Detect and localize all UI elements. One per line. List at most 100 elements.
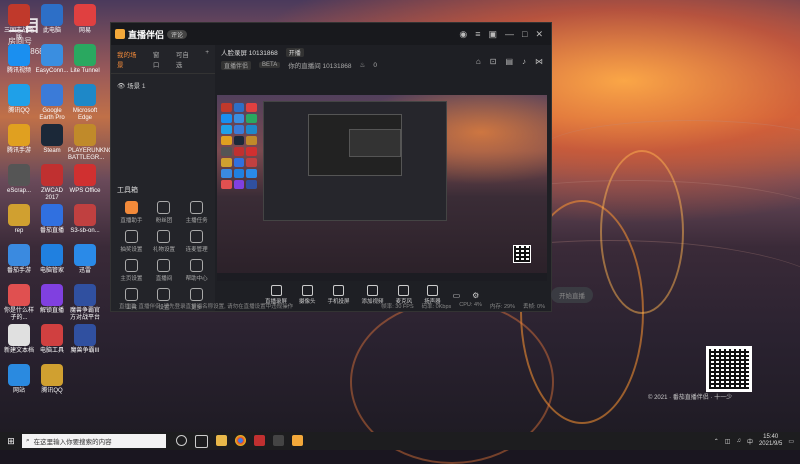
- desktop-icon[interactable]: 番茄手游: [2, 244, 36, 275]
- maximize-icon[interactable]: □: [522, 29, 527, 39]
- network-icon[interactable]: ◫: [725, 438, 731, 445]
- desktop-icon[interactable]: Google Earth Pro: [35, 84, 69, 122]
- preview-icon: [221, 114, 232, 123]
- notification-icon[interactable]: ▭: [788, 438, 794, 445]
- bell-icon[interactable]: ♪: [522, 57, 526, 66]
- start-live-button[interactable]: 开始直播: [551, 287, 593, 303]
- tray-arrow-icon[interactable]: ⌃: [714, 438, 719, 445]
- desktop-icon[interactable]: Lite Tunnel: [68, 44, 102, 75]
- app-icon: [74, 84, 96, 106]
- task-view-icon[interactable]: [195, 434, 208, 448]
- desktop-icon[interactable]: 腾讯视频: [2, 44, 36, 75]
- tab-my-scene[interactable]: 我的场景: [117, 49, 143, 69]
- file-explorer-icon[interactable]: [216, 434, 227, 446]
- app-icon: [8, 84, 30, 106]
- desktop-icon[interactable]: eScrap...: [2, 164, 36, 195]
- tool-item[interactable]: 帮助中心: [180, 259, 213, 282]
- desktop-icon[interactable]: 腾讯手游: [2, 124, 36, 155]
- desktop-icon[interactable]: Steam: [35, 124, 69, 155]
- clock[interactable]: 15:40 2021/9/5: [759, 434, 782, 448]
- tool-item[interactable]: 主播任务: [180, 201, 213, 224]
- gift-icon[interactable]: ▤: [505, 57, 513, 66]
- tab-optional[interactable]: 可自选: [176, 49, 195, 69]
- taskbar-search-input[interactable]: ⌕ 在这里输入你要搜索的内容: [22, 434, 166, 448]
- desktop-icon[interactable]: 你是什么样子的...: [2, 284, 36, 322]
- app-icon[interactable]: [273, 434, 284, 446]
- status-bar: 直播间: 直播伴侣, 请先登录直播间名称设置, 请勿在直播设置中违规操作 帧率:…: [111, 301, 551, 311]
- desktop-icon[interactable]: EasyConn...: [35, 44, 69, 75]
- close-icon[interactable]: ✕: [535, 29, 543, 40]
- tool-item[interactable]: 直播助手: [115, 201, 148, 224]
- settings-icon[interactable]: ⚙: [472, 291, 479, 300]
- desktop-icon[interactable]: 网站: [2, 364, 36, 395]
- desktop-icon[interactable]: 此电脑: [35, 4, 69, 35]
- chrome-icon[interactable]: [235, 434, 246, 446]
- share-icon[interactable]: ⋈: [535, 57, 543, 66]
- stat-item: 帧率: 30 FPS: [381, 304, 414, 310]
- stream-preview[interactable]: [217, 95, 547, 281]
- desktop-icon-label: Microsoft Edge: [72, 108, 98, 121]
- tool-item[interactable]: 连麦管理: [180, 230, 213, 253]
- desktop-icon[interactable]: 魔兽争霸官方对战平台: [68, 284, 102, 322]
- add-scene-icon[interactable]: +: [205, 49, 209, 69]
- store-icon[interactable]: ⌂: [476, 57, 481, 66]
- app-icon: [74, 4, 96, 26]
- input-language[interactable]: 中: [747, 437, 753, 446]
- desktop-icon[interactable]: 解锁直播: [35, 284, 69, 315]
- desktop-icon[interactable]: 网易: [68, 4, 102, 35]
- preview-icon: [233, 147, 245, 156]
- search-icon: ⌕: [26, 437, 30, 444]
- desktop-icon[interactable]: PLAYERUNKNOWN'S BATTLEGR...: [68, 124, 128, 162]
- skin-icon[interactable]: ▣: [489, 29, 498, 40]
- taskbar: ⊞ ⌕ 在这里输入你要搜索的内容 ⌃ ◫ ♫ 中 15:40 2021/9/5 …: [0, 432, 800, 450]
- tool-item[interactable]: 主页设置: [115, 259, 148, 282]
- scene-item[interactable]: 👁 场景 1: [111, 74, 215, 96]
- main-panel: 人脸录屏 10131868 开播 直播伴侣 BETA 你的直播间 1013186…: [215, 45, 593, 311]
- desktop-icon[interactable]: 腾讯QQ: [2, 84, 36, 115]
- tool-item[interactable]: 粉丝团: [148, 201, 181, 224]
- tool-item[interactable]: 直播间: [148, 259, 181, 282]
- desktop-icon[interactable]: 电脑工具: [35, 324, 69, 355]
- volume-icon[interactable]: ♫: [736, 438, 741, 444]
- desktop-icon-label: 腾讯视频: [6, 68, 31, 74]
- desktop-icon[interactable]: 番茄直播: [35, 204, 69, 235]
- preview-icon: [233, 180, 245, 189]
- preview-icon: [233, 158, 245, 167]
- windows-start-icon[interactable]: ⊞: [0, 436, 22, 447]
- tool-item[interactable]: 礼物设置: [148, 230, 181, 253]
- minimize-icon[interactable]: —: [505, 29, 514, 39]
- notice-text: 直播间: 直播伴侣, 请先登录直播间名称设置, 请勿在直播设置中违规操作: [119, 304, 294, 310]
- menu-icon[interactable]: ≡: [475, 29, 480, 39]
- record-icon[interactable]: ▭: [453, 291, 461, 300]
- desktop-icon[interactable]: 迅雷: [68, 244, 102, 275]
- desktop-icon-label: EasyConn...: [35, 68, 69, 74]
- app-icon: [41, 164, 63, 186]
- desktop-icon[interactable]: S3-sb-on...: [68, 204, 102, 235]
- eye-icon[interactable]: 👁: [117, 83, 125, 90]
- desktop-icon-label: 腾讯QQ: [41, 388, 63, 394]
- desktop-icon[interactable]: rep: [2, 204, 36, 235]
- desktop-icon[interactable]: 魔兽争霸III: [68, 324, 102, 355]
- app-icon: [74, 164, 96, 186]
- game-icon[interactable]: [254, 434, 265, 446]
- lock-icon[interactable]: ⊡: [490, 57, 497, 66]
- tab-window[interactable]: 窗口: [153, 49, 166, 69]
- avatar-icon[interactable]: ◉: [459, 29, 467, 40]
- desktop-icon-label: 腾讯手游: [6, 148, 31, 154]
- cortana-icon[interactable]: [176, 434, 187, 446]
- desktop-icon[interactable]: 三国志战略版: [2, 4, 36, 42]
- desktop-icon[interactable]: 电脑管家: [35, 244, 69, 275]
- version-tag[interactable]: 评论: [167, 29, 188, 39]
- platform-chip[interactable]: 直播伴侣: [221, 60, 252, 70]
- tool-item[interactable]: 抽奖设置: [115, 230, 148, 253]
- tool-grid: 直播助手 粉丝团 主播任务 抽奖设置 礼物设置 连麦管理 主页设置 直播间 帮助中心 工具 设置 更多: [115, 201, 213, 311]
- streaming-app-taskbar-icon[interactable]: [292, 434, 303, 446]
- desktop-icon[interactable]: WPS Office: [68, 164, 102, 195]
- left-panel: 我的场景 窗口 可自选 + 👁 场景 1 工具箱 直播助手 粉丝团 主播任务 抽奖设置…: [111, 45, 215, 311]
- desktop-icon[interactable]: 腾讯QQ: [35, 364, 69, 395]
- monitor-icon: [270, 285, 282, 296]
- desktop-icon[interactable]: 新建文本档: [2, 324, 36, 355]
- desktop-icon[interactable]: ZWCAD 2017: [35, 164, 69, 202]
- desktop-icon[interactable]: Microsoft Edge: [68, 84, 102, 122]
- desktop-icon-label: 网易: [78, 28, 91, 34]
